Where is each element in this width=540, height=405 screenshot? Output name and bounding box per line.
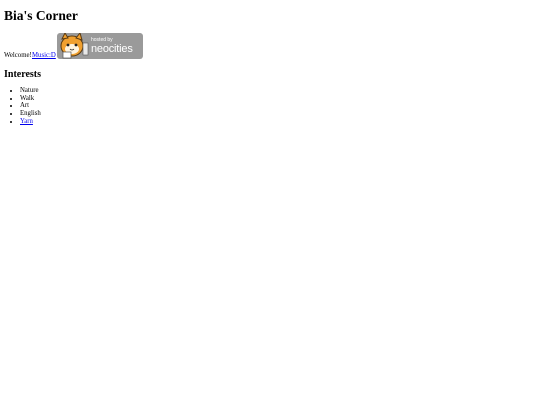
list-item: Walk: [20, 95, 41, 103]
interest-walk: Walk: [20, 94, 35, 102]
neocities-cat-icon: [60, 33, 89, 59]
badge-big-text: neocities: [91, 43, 133, 55]
hosted-by-neocities-badge[interactable]: hosted by neocities: [57, 33, 143, 59]
interest-nature: Nature: [20, 87, 39, 94]
list-item: Nature: [20, 87, 41, 95]
list-item: Yarn: [20, 118, 41, 126]
music-link[interactable]: Music:D: [32, 52, 56, 60]
list-item: English: [20, 110, 41, 118]
interest-yarn-link[interactable]: Yarn: [20, 118, 33, 125]
interest-art: Art: [20, 102, 30, 110]
welcome-text: Welcome!: [4, 52, 32, 59]
list-item: Art: [20, 102, 41, 110]
interest-english: English: [20, 110, 41, 118]
interests-list: Nature Walk Art English Yarn: [4, 87, 41, 126]
page-title: Bia's Corner: [4, 8, 78, 23]
page: Bia's Corner Welcome! Music:D hosted by …: [0, 0, 540, 405]
interests-heading: Interests: [4, 69, 42, 80]
